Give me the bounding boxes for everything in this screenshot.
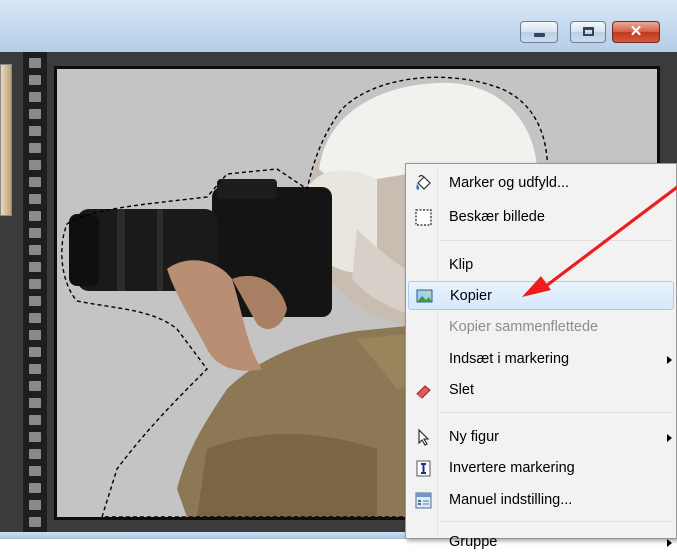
menu-item-manuel-indstilling[interactable]: Manuel indstilling... [408, 486, 674, 515]
menu-item-label: Kopier [450, 288, 492, 304]
manual-settings-icon [415, 492, 432, 509]
filmstrip-hole [29, 75, 41, 85]
filmstrip-hole [29, 466, 41, 476]
submenu-arrow-icon [667, 539, 672, 547]
menu-item-label: Klip [449, 257, 474, 273]
menu-item-label: Marker og udfyld... [449, 175, 570, 191]
submenu-arrow-icon [667, 356, 672, 364]
paint-bucket-icon [416, 174, 431, 190]
filmstrip-hole [29, 109, 41, 119]
filmstrip-hole [29, 500, 41, 510]
close-button[interactable]: ✕ [612, 21, 660, 43]
filmstrip-hole [29, 483, 41, 493]
filmstrip-hole [29, 177, 41, 187]
filmstrip-hole [29, 330, 41, 340]
filmstrip-hole [29, 245, 41, 255]
minimize-button[interactable] [520, 21, 558, 43]
filmstrip-hole [29, 364, 41, 374]
menu-item-kopier[interactable]: Kopier [408, 281, 674, 310]
filmstrip-hole [29, 398, 41, 408]
menu-item-label: Indsæt i markering [449, 351, 570, 367]
context-menu: Marker og udfyld... Beskær billede Klip … [405, 163, 677, 550]
filmstrip-hole [29, 432, 41, 442]
menu-item-label: Manuel indstilling... [449, 492, 573, 508]
maximize-icon [583, 27, 594, 36]
menu-item-ny-figur[interactable]: Ny figur [408, 423, 674, 452]
close-icon: ✕ [629, 23, 643, 40]
filmstrip-hole [29, 381, 41, 391]
menu-item-slet[interactable]: Slet [408, 376, 674, 405]
filmstrip-hole [29, 262, 41, 272]
menu-item-label: Gruppe [449, 534, 498, 550]
menu-item-label: Ny figur [449, 429, 499, 445]
menu-separator [440, 240, 672, 241]
filmstrip-hole [29, 211, 41, 221]
filmstrip-hole [29, 160, 41, 170]
menu-separator [440, 521, 672, 522]
maximize-button[interactable] [570, 21, 606, 43]
menu-item-label: Slet [449, 382, 474, 398]
menu-item-label: Invertere markering [449, 460, 575, 476]
filmstrip-hole [29, 126, 41, 136]
filmstrip [23, 52, 47, 532]
minimize-icon [534, 33, 545, 37]
submenu-arrow-icon [667, 434, 672, 442]
window-title-bar: ✕ [0, 0, 677, 52]
filmstrip-hole [29, 415, 41, 425]
filmstrip-hole [29, 279, 41, 289]
menu-item-kopier-sammenflettede: Kopier sammenflettede [408, 313, 674, 342]
filmstrip-hole [29, 296, 41, 306]
filmstrip-hole [29, 517, 41, 527]
eraser-icon [416, 385, 431, 399]
pointer-icon [418, 428, 430, 446]
menu-item-marker-og-udfyld[interactable]: Marker og udfyld... [408, 169, 674, 198]
invert-selection-icon [416, 460, 431, 477]
filmstrip-hole [29, 449, 41, 459]
menu-separator [440, 412, 672, 413]
menu-item-label: Beskær billede [449, 209, 545, 225]
filmstrip-hole [29, 92, 41, 102]
menu-item-gruppe[interactable]: Gruppe [408, 528, 674, 557]
filmstrip-hole [29, 143, 41, 153]
filmstrip-hole [29, 58, 41, 68]
menu-item-indsaet-i-markering[interactable]: Indsæt i markering [408, 345, 674, 374]
filmstrip-hole [29, 228, 41, 238]
menu-item-klip[interactable]: Klip [408, 251, 674, 280]
menu-item-beskaer-billede[interactable]: Beskær billede [408, 203, 674, 232]
filmstrip-hole [29, 194, 41, 204]
menu-item-invertere-markering[interactable]: Invertere markering [408, 454, 674, 483]
filmstrip-hole [29, 347, 41, 357]
filmstrip-hole [29, 313, 41, 323]
crop-icon [415, 209, 432, 226]
thumbnail-preview[interactable] [0, 64, 12, 216]
menu-item-label: Kopier sammenflettede [449, 319, 599, 335]
copy-picture-icon [416, 289, 433, 303]
